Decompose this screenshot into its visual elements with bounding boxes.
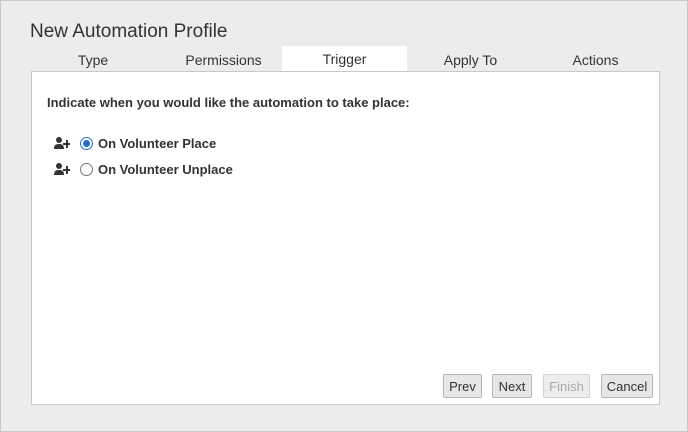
wizard-tabs: Type Permissions Trigger Apply To Action… — [31, 46, 659, 73]
tab-type[interactable]: Type — [41, 46, 145, 73]
tab-trigger[interactable]: Trigger — [282, 46, 407, 73]
radio-on-volunteer-place[interactable] — [80, 136, 93, 150]
option-label[interactable]: On Volunteer Place — [98, 136, 216, 151]
tab-apply-to[interactable]: Apply To — [408, 46, 533, 73]
tab-actions[interactable]: Actions — [533, 46, 658, 73]
option-on-volunteer-place[interactable]: On Volunteer Place — [54, 133, 216, 153]
cancel-button[interactable]: Cancel — [601, 374, 653, 398]
dialog-title: New Automation Profile — [30, 21, 228, 42]
tab-permissions[interactable]: Permissions — [161, 46, 286, 73]
option-on-volunteer-unplace[interactable]: On Volunteer Unplace — [54, 159, 233, 179]
person-add-icon — [54, 163, 70, 175]
person-add-icon — [54, 137, 70, 149]
trigger-prompt: Indicate when you would like the automat… — [47, 95, 410, 110]
radio-on-volunteer-unplace[interactable] — [80, 162, 93, 176]
trigger-panel: Indicate when you would like the automat… — [31, 71, 660, 405]
option-label[interactable]: On Volunteer Unplace — [98, 162, 233, 177]
automation-profile-dialog: New Automation Profile Type Permissions … — [0, 0, 688, 432]
prev-button[interactable]: Prev — [443, 374, 482, 398]
next-button[interactable]: Next — [492, 374, 532, 398]
finish-button: Finish — [543, 374, 590, 398]
